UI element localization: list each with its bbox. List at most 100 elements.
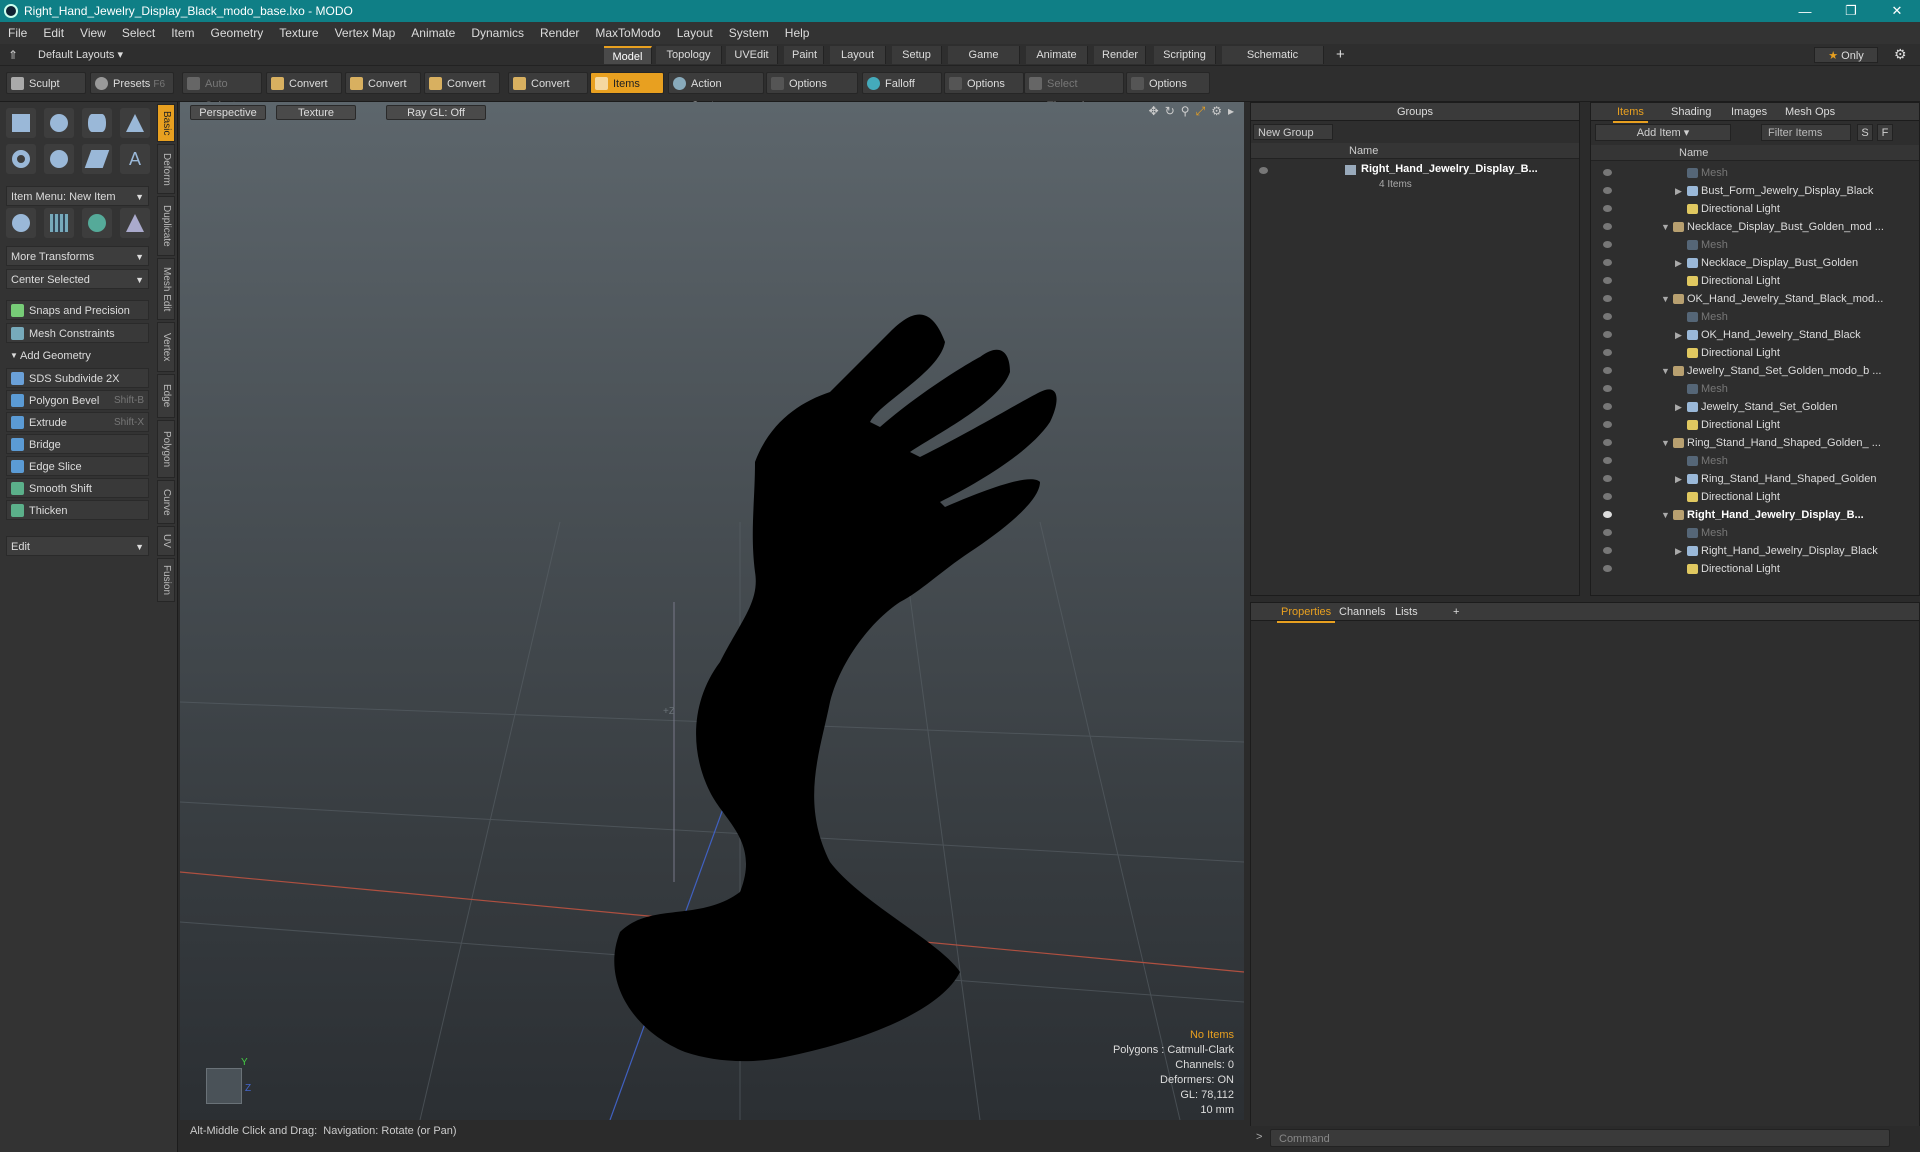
presets-button[interactable]: Presets F6 — [90, 72, 174, 94]
item-row[interactable]: Directional Light — [1591, 200, 1919, 218]
layout-tab-paint[interactable]: Paint — [784, 46, 824, 64]
visibility-eye-icon[interactable] — [1603, 385, 1612, 392]
item-row[interactable]: ▶ Jewelry_Stand_Set_Golden — [1591, 398, 1919, 416]
item-row[interactable]: ▼ Right_Hand_Jewelry_Display_B... — [1591, 506, 1919, 524]
falloff-button[interactable]: Falloff — [862, 72, 942, 94]
item-row[interactable]: ▶ OK_Hand_Jewelry_Stand_Black — [1591, 326, 1919, 344]
items-tab-items[interactable]: Items — [1613, 103, 1648, 123]
item-row[interactable]: ▼ Ring_Stand_Hand_Shaped_Golden_ ... — [1591, 434, 1919, 452]
item-row[interactable]: Directional Light — [1591, 488, 1919, 506]
item-row[interactable]: Directional Light — [1591, 344, 1919, 362]
layout-tab-scripting[interactable]: Scripting — [1154, 46, 1216, 64]
globe-icon[interactable] — [82, 208, 112, 238]
tool-smooth-shift[interactable]: Smooth Shift — [6, 478, 149, 498]
close-icon[interactable]: ✕ — [1874, 0, 1920, 22]
pyramid-icon[interactable] — [120, 208, 150, 238]
properties-tab-channels[interactable]: Channels — [1335, 603, 1389, 621]
restore-icon[interactable]: ❐ — [1828, 0, 1874, 22]
layout-tab-topology[interactable]: Topology — [656, 46, 722, 64]
visibility-eye-icon[interactable] — [1603, 547, 1612, 554]
visibility-eye-icon[interactable] — [1603, 367, 1612, 374]
visibility-eye-icon[interactable] — [1603, 313, 1612, 320]
visibility-eye-icon[interactable] — [1603, 493, 1612, 500]
options-button-2[interactable]: Options — [944, 72, 1024, 94]
options-button-3[interactable]: Options — [1126, 72, 1210, 94]
select-through-button[interactable]: Select Through — [1024, 72, 1124, 112]
item-row[interactable]: Mesh — [1591, 236, 1919, 254]
menu-item-animate[interactable]: Animate — [403, 26, 463, 40]
menu-item-layout[interactable]: Layout — [669, 26, 721, 40]
item-row[interactable]: Mesh — [1591, 308, 1919, 326]
item-row[interactable]: ▼ Necklace_Display_Bust_Golden_mod ... — [1591, 218, 1919, 236]
visibility-eye-icon[interactable] — [1603, 295, 1612, 302]
sphere-icon[interactable] — [44, 108, 74, 138]
layout-dropdown[interactable]: Default Layouts ▾ — [38, 48, 123, 61]
convert-button-2[interactable]: Convert — [345, 72, 421, 94]
edit-dropdown[interactable]: Edit ▼ — [6, 536, 149, 556]
shading-dropdown[interactable]: Texture — [276, 105, 356, 120]
items-tab-images[interactable]: Images — [1727, 103, 1771, 121]
more-transforms-dropdown[interactable]: More Transforms ▼ — [6, 246, 149, 266]
visibility-eye-icon[interactable] — [1603, 205, 1612, 212]
vtab-curve[interactable]: Curve — [157, 480, 175, 524]
fit-view-icon[interactable]: ⤢ — [1196, 104, 1206, 119]
layout-tab-animate[interactable]: Animate — [1026, 46, 1088, 64]
visibility-eye-icon[interactable] — [1603, 529, 1612, 536]
group-row[interactable]: Right_Hand_Jewelry_Display_B... 4 Items — [1251, 161, 1579, 195]
layout-tab-game-tools[interactable]: Game Tools — [948, 46, 1020, 79]
item-row[interactable]: Mesh — [1591, 524, 1919, 542]
add-properties-tab-icon[interactable]: + — [1453, 603, 1459, 621]
item-row[interactable]: Mesh — [1591, 380, 1919, 398]
torus-icon[interactable] — [6, 144, 36, 174]
expand-arrow-icon[interactable]: ▶ — [1675, 470, 1682, 488]
move-view-icon[interactable]: ✥ — [1149, 104, 1159, 119]
collapse-arrow-icon[interactable]: ▼ — [1661, 506, 1670, 524]
center-selected-dropdown[interactable]: Center Selected ▼ — [6, 269, 149, 289]
menu-item-vertex-map[interactable]: Vertex Map — [327, 26, 404, 40]
snaps-precision-button[interactable]: Snaps and Precision — [6, 300, 149, 320]
visibility-eye-icon[interactable] — [1603, 349, 1612, 356]
convert-button-4[interactable]: Convert — [508, 72, 588, 94]
new-group-button[interactable]: New Group — [1253, 124, 1333, 140]
properties-tab-properties[interactable]: Properties — [1277, 603, 1336, 623]
viewport-gear-icon[interactable]: ⚙ — [1211, 104, 1222, 119]
menu-item-maxtomodo[interactable]: MaxToModo — [587, 26, 668, 40]
item-menu-dropdown-visible[interactable]: Item Menu: New Item ▼ — [6, 186, 149, 206]
visibility-eye-icon[interactable] — [1603, 511, 1612, 518]
visibility-eye-icon[interactable] — [1603, 277, 1612, 284]
grid-icon[interactable] — [44, 208, 74, 238]
filter-items-input[interactable]: Filter Items — [1761, 124, 1851, 141]
add-geometry-header[interactable]: ▼ Add Geometry — [6, 346, 149, 366]
collapse-arrow-icon[interactable]: ▼ — [1661, 434, 1670, 452]
item-row[interactable]: Directional Light — [1591, 416, 1919, 434]
items-mode-button[interactable]: Items — [590, 72, 664, 94]
vtab-duplicate[interactable]: Duplicate — [157, 196, 175, 256]
layout-tab-setup[interactable]: Setup — [892, 46, 942, 64]
visibility-eye-icon[interactable] — [1603, 241, 1612, 248]
layout-tab-render[interactable]: Render — [1094, 46, 1146, 64]
item-row[interactable]: ▼ Jewelry_Stand_Set_Golden_modo_b ... — [1591, 362, 1919, 380]
cone-icon[interactable] — [120, 108, 150, 138]
command-input[interactable]: Command — [1270, 1129, 1890, 1147]
item-row[interactable]: ▶ Ring_Stand_Hand_Shaped_Golden — [1591, 470, 1919, 488]
transform-icon[interactable] — [6, 208, 36, 238]
tool-edge-slice[interactable]: Edge Slice — [6, 456, 149, 476]
cube-icon[interactable] — [6, 108, 36, 138]
tool-bridge[interactable]: Bridge — [6, 434, 149, 454]
menu-item-dynamics[interactable]: Dynamics — [463, 26, 532, 40]
item-row[interactable]: Directional Light — [1591, 272, 1919, 290]
item-row[interactable]: Mesh — [1591, 452, 1919, 470]
expand-arrow-icon[interactable]: ▶ — [1675, 398, 1682, 416]
visibility-eye-icon[interactable] — [1603, 259, 1612, 266]
layout-tab-uvedit[interactable]: UVEdit — [726, 46, 778, 64]
menu-item-file[interactable]: File — [0, 26, 35, 40]
only-button[interactable]: ★ Only — [1814, 47, 1878, 63]
visibility-eye-icon[interactable] — [1603, 421, 1612, 428]
vtab-deform[interactable]: Deform — [157, 144, 175, 194]
capsule-icon[interactable] — [44, 144, 74, 174]
visibility-eye-icon[interactable] — [1603, 565, 1612, 572]
visibility-eye-icon[interactable] — [1259, 167, 1268, 174]
vtab-basic[interactable]: Basic — [157, 104, 175, 142]
menu-item-item[interactable]: Item — [163, 26, 202, 40]
visibility-eye-icon[interactable] — [1603, 331, 1612, 338]
